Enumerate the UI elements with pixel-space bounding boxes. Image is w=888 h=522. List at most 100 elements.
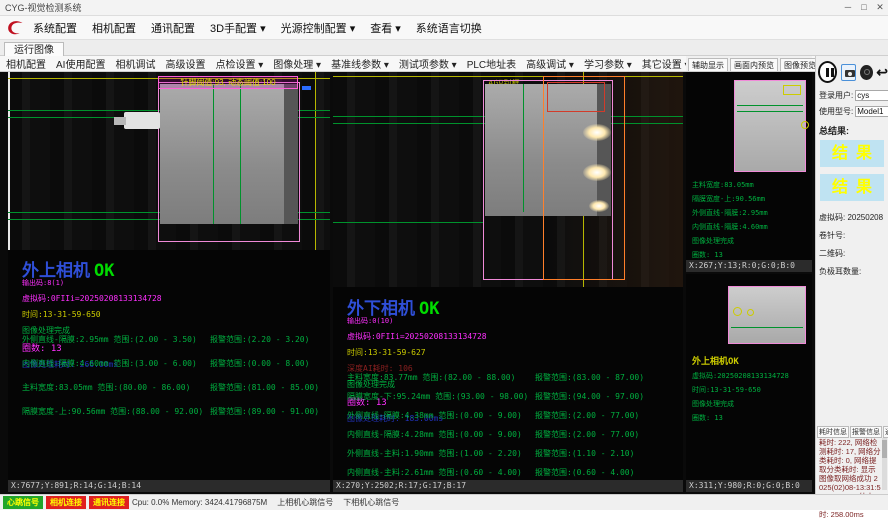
measurement-label: 隔膜宽度-下:95.24mm 范围:(93.00 - 98.00) <box>347 391 535 402</box>
menu-language-switch[interactable]: 系统语言切换 <box>416 20 482 36</box>
tool-spot-check[interactable]: 点检设置 ▾ <box>215 56 263 71</box>
yellow-mark-circle <box>801 121 809 129</box>
aux-line: 图像处理完成 <box>692 236 768 246</box>
measure-line-green-vert <box>240 84 241 224</box>
camera-link-status-badge: 相机连接 <box>46 496 86 509</box>
menu-3d-hand-config[interactable]: 3D手配置 ▾ <box>210 20 266 36</box>
tool-camera-debug[interactable]: 相机调试 <box>115 56 155 71</box>
tool-image-processing[interactable]: 图像处理 ▾ <box>273 56 321 71</box>
comm-link-status-badge: 通讯连接 <box>89 496 129 509</box>
close-icon[interactable]: ✕ <box>872 2 888 13</box>
menu-bar: 系统配置 相机配置 通讯配置 3D手配置 ▾ 光源控制配置 ▾ 查看 ▾ 系统语… <box>0 16 888 40</box>
control-side-panel: ↩ 登录用户: 使用型号: 总结果: 结果 结果 虚拟码: 20250208 卷… <box>815 56 888 494</box>
heartbeat-status-badge: 心跳信号 <box>3 496 43 509</box>
aux-thumbnail[interactable] <box>728 286 806 344</box>
pause-button[interactable] <box>818 61 837 83</box>
log-scrollbar-thumb[interactable] <box>882 440 887 458</box>
measurement-row: 隔膜宽度-上:90.56mm 范围:(88.00 - 92.00) 报警范围:(… <box>22 406 324 417</box>
status-ok: OK <box>419 299 439 319</box>
pixel-coords-readout: X:7677;Y:891;R:14;G:14;B:14 <box>8 480 330 492</box>
login-user-input[interactable] <box>855 90 888 101</box>
aux-panel-bottom: 外上相机OK 虚拟码:20250208133134728 时间:13-31-59… <box>686 274 812 492</box>
blue-marker <box>302 86 311 90</box>
green-dash <box>737 105 803 106</box>
aux-tab-assist-display[interactable]: 辅助显示 <box>688 58 728 71</box>
tool-learning-params[interactable]: 学习参数 ▾ <box>584 56 632 71</box>
login-user-row: 登录用户: <box>819 90 887 101</box>
measurement-row: 内侧直线-隔膜:4.28mm 范围:(0.00 - 9.00) 报警范围:(2.… <box>347 429 677 440</box>
yellow-mark-circle <box>747 309 754 316</box>
status-bar: 心跳信号 相机连接 通讯连接 Cpu: 0.0% Memory: 3424.41… <box>0 494 888 510</box>
reset-arrow-button[interactable]: ↩ <box>876 65 888 79</box>
tool-baseline-params[interactable]: 基准线参数 ▾ <box>331 56 389 71</box>
barcode-field-label: 虚拟码: 20250208 <box>819 212 883 223</box>
aux-line: 隔膜宽度-上:90.56mm <box>692 194 768 204</box>
reflection-glow <box>583 124 611 141</box>
yellow-mark-circle <box>733 307 742 316</box>
aux-panel-top: 主料宽度:83.05mm 隔膜宽度-上:90.56mm 外侧直线-隔膜:2.95… <box>686 72 812 272</box>
lens-icon <box>864 69 870 75</box>
aux-line: 虚拟码:20250208133134728 <box>692 371 789 381</box>
result-box-2: 结果 <box>820 174 884 201</box>
measurement-alarm: 报警范围:(2.20 - 3.20) <box>210 334 309 345</box>
log-tab-timing[interactable]: 耗时信息 <box>817 426 849 438</box>
pixel-coords-readout: X:311;Y:980;R:0;G:0;B:0 <box>686 480 812 492</box>
threshold-overlay-label: 针脚阈值:93, 动态阈值:100 <box>158 76 298 89</box>
log-tab-comm[interactable]: 通讯信息 <box>883 426 888 438</box>
connector-tip <box>114 117 126 125</box>
menu-view[interactable]: 查看 ▾ <box>370 20 401 36</box>
lens-button[interactable] <box>860 65 873 80</box>
maximize-icon[interactable]: □ <box>856 2 872 13</box>
log-scrollbar[interactable] <box>882 438 887 490</box>
yellow-roi-box <box>783 85 801 95</box>
connector-part <box>124 112 160 129</box>
aux-tab-strip: 辅助显示 画面内预览 图像预览 <box>686 56 812 72</box>
measurement-label: 外侧直线-隔膜:2.95mm 范围:(2.00 - 3.50) <box>22 334 210 345</box>
reflection-glow <box>583 164 611 181</box>
camera-panel-upper: 针脚阈值:93, 动态阈值:100 外上相机OK 输出码:8(1) 虚拟码:0F… <box>8 72 330 492</box>
aux-line: 圈数: 13 <box>692 250 768 260</box>
tool-plc-address[interactable]: PLC地址表 <box>467 56 516 71</box>
measurement-label: 外侧直线-主料:1.90mm 范围:(1.00 - 2.20) <box>347 448 535 459</box>
measurement-label: 主料宽度:83.77mm 范围:(82.00 - 88.00) <box>347 372 535 383</box>
camera-image-upper[interactable]: 针脚阈值:93, 动态阈值:100 <box>8 72 330 250</box>
green-dash <box>731 327 803 328</box>
aux-thumbnail[interactable] <box>734 80 806 172</box>
menu-camera-config[interactable]: 相机配置 <box>92 20 136 36</box>
log-tab-alarm[interactable]: 报警信息 <box>850 426 882 438</box>
aux-line: 时间:13-31-59-650 <box>692 385 789 395</box>
measurement-label: 内侧直线-隔膜:4.28mm 范围:(0.00 - 9.00) <box>347 429 535 440</box>
tool-advanced-debug[interactable]: 高级调试 ▾ <box>526 56 574 71</box>
pixel-coords-readout: X:270;Y:2502;R:17;G:17;B:17 <box>333 480 683 492</box>
pixel-coords-readout: X:267;Y:13;R:0;G:0;B:0 <box>686 260 812 272</box>
tool-other-settings[interactable]: 其它设置 ▾ <box>642 56 690 71</box>
model-input[interactable] <box>855 106 888 117</box>
app-logo-icon <box>5 18 25 38</box>
aux-line: 主料宽度:83.05mm <box>692 180 768 190</box>
tool-camera-config[interactable]: 相机配置 <box>6 56 46 71</box>
menu-system-config[interactable]: 系统配置 <box>33 20 77 36</box>
measurement-row: 外侧直线-主料:1.90mm 范围:(1.00 - 2.20) 报警范围:(1.… <box>347 448 677 459</box>
measurement-row: 外侧直线-隔膜:4.38mm 范围:(0.00 - 9.00) 报警范围:(2.… <box>347 410 677 421</box>
tool-advanced-settings[interactable]: 高级设置 <box>165 56 205 71</box>
measurement-label: 内侧直线-主料:2.61mm 范围:(0.60 - 4.00) <box>347 467 535 478</box>
menu-comm-config[interactable]: 通讯配置 <box>151 20 195 36</box>
green-dash <box>737 111 803 112</box>
minimize-icon[interactable]: ─ <box>840 2 856 13</box>
camera-image-lower[interactable]: AI识别框 <box>333 72 683 287</box>
pin-number-label: 卷针号: <box>819 230 845 241</box>
model-label: 使用型号: <box>819 106 853 117</box>
measurement-row: 隔膜宽度-下:95.24mm 范围:(93.00 - 98.00) 报警范围:(… <box>347 391 677 402</box>
baseline-yellow-right <box>315 72 316 250</box>
camera-toggle-button[interactable] <box>841 64 856 81</box>
aux-tab-image-preview[interactable]: 图像预览 <box>780 58 820 71</box>
measurement-alarm: 报警范围:(94.00 - 97.00) <box>535 391 644 402</box>
app-window: CYG-视觉检测系统 ─ □ ✕ 系统配置 相机配置 通讯配置 3D手配置 ▾ … <box>0 0 888 522</box>
virtual-barcode: 虚拟码:0FIIi=20250208133134728 <box>22 293 162 304</box>
tool-test-params[interactable]: 测试项参数 ▾ <box>399 56 457 71</box>
menu-light-control[interactable]: 光源控制配置 ▾ <box>281 20 356 36</box>
aux-tab-inner-preview[interactable]: 画面内预览 <box>730 58 778 71</box>
camera-panel-lower: AI识别框 外下相机OK 输出码:0(10) 虚拟码:0FIIi=2025020… <box>333 72 683 492</box>
total-result-label: 总结果: <box>819 124 849 137</box>
tool-ai-usage-config[interactable]: AI使用配置 <box>56 56 105 71</box>
